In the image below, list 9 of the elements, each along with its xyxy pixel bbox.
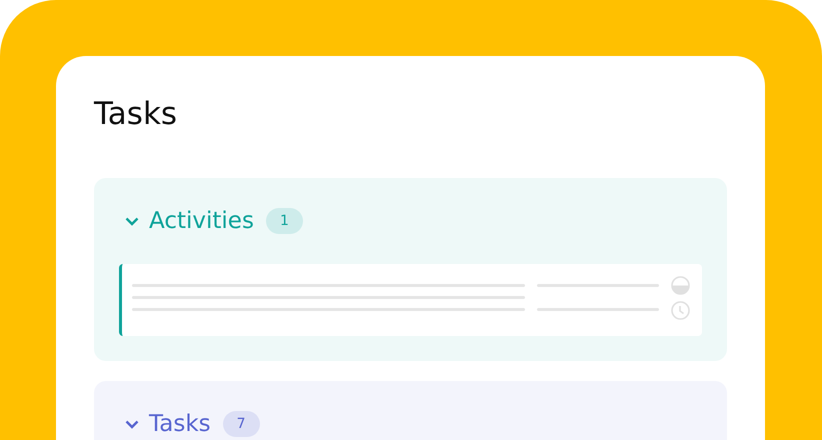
- chevron-icon[interactable]: [125, 216, 139, 226]
- page-title: Tasks: [94, 95, 178, 134]
- group-title[interactable]: Tasks: [149, 409, 211, 439]
- count-badge: 1: [266, 208, 303, 234]
- half-circle-icon: [671, 276, 690, 295]
- group-title[interactable]: Activities: [149, 206, 254, 236]
- clock-icon: [671, 301, 690, 320]
- chevron-icon[interactable]: [125, 420, 139, 428]
- count-badge: 7: [222, 411, 260, 437]
